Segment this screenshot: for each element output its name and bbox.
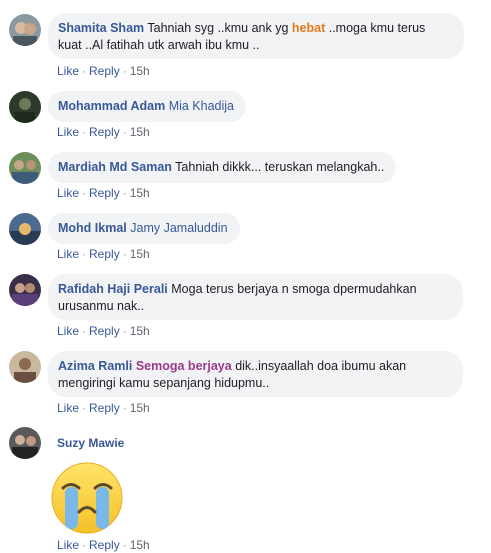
separator: · bbox=[82, 324, 87, 338]
commenter-name[interactable]: Mohd Ikmal bbox=[58, 221, 127, 235]
separator: · bbox=[122, 538, 127, 552]
commenter-name[interactable]: Mardiah Md Saman bbox=[58, 160, 172, 174]
comment-actions: Like · Reply · 15h bbox=[57, 538, 150, 552]
separator: · bbox=[122, 324, 127, 338]
separator: · bbox=[122, 64, 127, 78]
comment-bubble: Rafidah Haji Perali Moga terus berjaya n… bbox=[48, 274, 463, 320]
avatar[interactable] bbox=[9, 274, 41, 306]
avatar[interactable] bbox=[9, 351, 41, 383]
reply-link[interactable]: Reply bbox=[89, 324, 120, 338]
timestamp[interactable]: 15h bbox=[130, 538, 150, 552]
comment-highlight: hebat bbox=[291, 21, 326, 35]
crying-face-sticker bbox=[50, 461, 124, 535]
avatar[interactable] bbox=[9, 14, 41, 46]
timestamp[interactable]: 15h bbox=[130, 247, 150, 261]
like-link[interactable]: Like bbox=[57, 186, 79, 200]
comment-text: dik..insyaallah doa ibumu akan bbox=[231, 359, 407, 373]
comment-actions: Like · Reply · 15h bbox=[57, 401, 150, 415]
comment-bubble: Mohammad Adam Mia Khadija bbox=[48, 91, 247, 122]
timestamp[interactable]: 15h bbox=[130, 401, 150, 415]
reply-link[interactable]: Reply bbox=[89, 247, 120, 261]
comment-text: ..moga kmu terus bbox=[325, 21, 426, 35]
commenter-name[interactable]: Suzy Mawie bbox=[57, 436, 124, 450]
comment-text: Tahniah dikkk... teruskan melangkah.. bbox=[175, 160, 385, 174]
like-link[interactable]: Like bbox=[57, 247, 79, 261]
reply-link[interactable]: Reply bbox=[89, 64, 120, 78]
comment-bubble: Azima Ramli Semoga berjaya dik..insyaall… bbox=[48, 351, 463, 397]
timestamp[interactable]: 15h bbox=[130, 64, 150, 78]
comment-text: mengiringi kamu sepanjang hidupmu.. bbox=[58, 376, 270, 390]
avatar[interactable] bbox=[9, 213, 41, 245]
commenter-name[interactable]: Shamita Sham bbox=[58, 21, 144, 35]
separator: · bbox=[122, 247, 127, 261]
comment-text: Moga terus berjaya n smoga dpermudahkan bbox=[171, 282, 417, 296]
comment-actions: Like · Reply · 15h bbox=[57, 186, 150, 200]
reply-link[interactable]: Reply bbox=[89, 538, 120, 552]
like-link[interactable]: Like bbox=[57, 538, 79, 552]
comment-actions: Like · Reply · 15h bbox=[57, 324, 150, 338]
comment-actions: Like · Reply · 15h bbox=[57, 125, 150, 139]
reply-link[interactable]: Reply bbox=[89, 186, 120, 200]
comment-text: kuat ..Al fatihah utk arwah ibu kmu .. bbox=[58, 38, 260, 52]
reply-link[interactable]: Reply bbox=[89, 401, 120, 415]
separator: · bbox=[122, 401, 127, 415]
tagged-user[interactable]: Jamy Jamaluddin bbox=[130, 221, 227, 235]
separator: · bbox=[82, 64, 87, 78]
avatar[interactable] bbox=[9, 427, 41, 459]
separator: · bbox=[122, 186, 127, 200]
avatar[interactable] bbox=[9, 152, 41, 184]
like-link[interactable]: Like bbox=[57, 64, 79, 78]
reply-link[interactable]: Reply bbox=[89, 125, 120, 139]
comment-text: Tahniah syg ..kmu ank yg bbox=[147, 21, 292, 35]
timestamp[interactable]: 15h bbox=[130, 125, 150, 139]
avatar[interactable] bbox=[9, 91, 41, 123]
separator: · bbox=[82, 247, 87, 261]
commenter-name[interactable]: Mohammad Adam bbox=[58, 99, 165, 113]
like-link[interactable]: Like bbox=[57, 324, 79, 338]
like-link[interactable]: Like bbox=[57, 401, 79, 415]
commenter-name[interactable]: Rafidah Haji Perali bbox=[58, 282, 168, 296]
timestamp[interactable]: 15h bbox=[130, 186, 150, 200]
separator: · bbox=[82, 538, 87, 552]
like-link[interactable]: Like bbox=[57, 125, 79, 139]
comment-bubble: Mohd Ikmal Jamy Jamaluddin bbox=[48, 213, 240, 244]
comment-bubble: Mardiah Md Saman Tahniah dikkk... terusk… bbox=[48, 152, 397, 183]
tagged-user[interactable]: Mia Khadija bbox=[169, 99, 234, 113]
separator: · bbox=[122, 125, 127, 139]
comment-text: urusanmu nak.. bbox=[58, 299, 145, 313]
comment-actions: Like · Reply · 15h bbox=[57, 247, 150, 261]
comment-actions: Like · Reply · 15h bbox=[57, 64, 150, 78]
comment-bubble: Shamita Sham Tahniah syg ..kmu ank yg he… bbox=[48, 13, 464, 59]
separator: · bbox=[82, 401, 87, 415]
separator: · bbox=[82, 125, 87, 139]
comment-highlight: Semoga berjaya bbox=[135, 359, 232, 373]
separator: · bbox=[82, 186, 87, 200]
timestamp[interactable]: 15h bbox=[130, 324, 150, 338]
commenter-name[interactable]: Azima Ramli bbox=[58, 359, 132, 373]
